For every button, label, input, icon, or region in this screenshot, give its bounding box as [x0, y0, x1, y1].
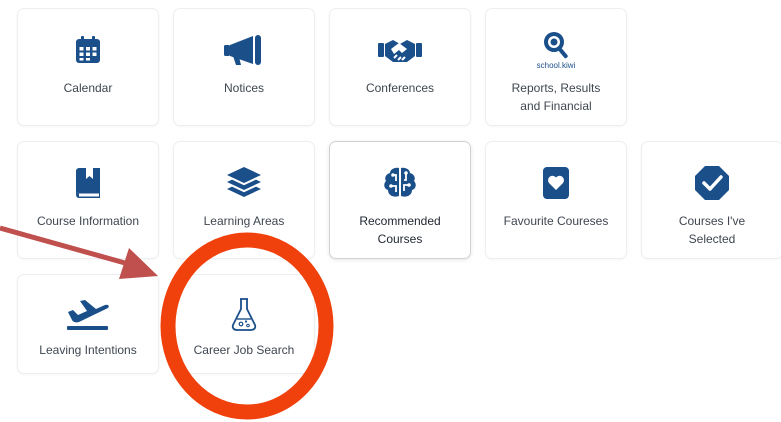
tile-label: Courses I've Selected [678, 214, 746, 246]
tile-notices[interactable]: Notices [173, 8, 315, 126]
brain-circuit-icon [330, 164, 470, 202]
tile-recommended-courses[interactable]: Recommended Courses [329, 141, 471, 259]
tile-label: Favourite Coureses [503, 214, 609, 228]
tile-course-information[interactable]: Course Information [17, 141, 159, 259]
tile-career-job-search[interactable]: Career Job Search [173, 274, 315, 374]
tile-label: Course Information [36, 214, 140, 228]
tile-label: Notices [223, 81, 264, 95]
layers-icon [174, 164, 314, 202]
tile-label: Recommended Courses [359, 214, 441, 246]
heart-card-icon [486, 164, 626, 202]
tile-label: Learning Areas [203, 214, 285, 228]
handshake-icon [330, 31, 470, 69]
check-badge-icon [642, 164, 781, 202]
megaphone-icon [174, 31, 314, 69]
plane-departure-icon [18, 295, 158, 333]
tile-leaving-intentions[interactable]: Leaving Intentions [17, 274, 159, 374]
tile-reports[interactable]: school.kiwi Reports, Results and Financia… [485, 8, 627, 126]
magnifier-logo-icon: school.kiwi [486, 27, 626, 73]
flask-icon [174, 295, 314, 333]
calendar-icon [18, 31, 158, 69]
tile-label: Career Job Search [193, 343, 295, 357]
tile-label: Calendar [63, 81, 113, 95]
tile-learning-areas[interactable]: Learning Areas [173, 141, 315, 259]
school-kiwi-logo-text: school.kiwi [536, 61, 576, 70]
tile-label: Leaving Intentions [39, 343, 137, 357]
tile-label: Conferences [365, 81, 435, 95]
tile-label: Reports, Results and Financial [511, 81, 601, 113]
tile-conferences[interactable]: Conferences [329, 8, 471, 126]
book-icon [18, 164, 158, 202]
tile-calendar[interactable]: Calendar [17, 8, 159, 126]
tile-courses-selected[interactable]: Courses I've Selected [641, 141, 781, 259]
tile-favourite-courses[interactable]: Favourite Coureses [485, 141, 627, 259]
